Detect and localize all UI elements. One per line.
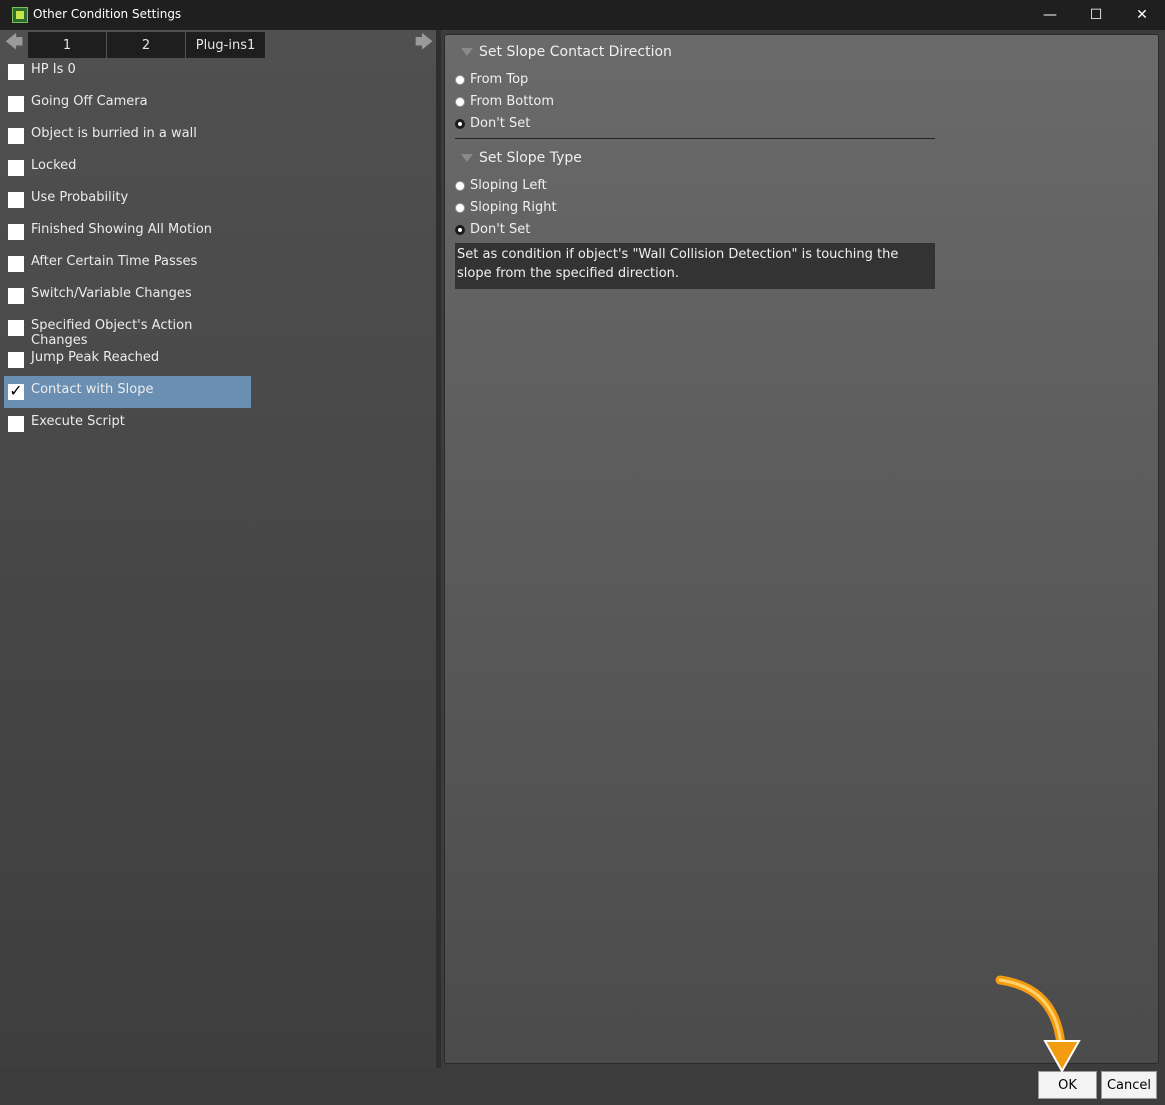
condition-list: HP Is 0 Going Off Camera Object is burri…: [4, 56, 254, 440]
title-bar: Other Condition Settings — ☐ ✕: [0, 0, 1165, 30]
collapse-triangle-icon: [461, 48, 473, 56]
radio-label: From Bottom: [470, 94, 555, 109]
condition-label: Switch/Variable Changes: [31, 286, 192, 301]
checkbox[interactable]: [8, 160, 24, 176]
checkbox[interactable]: [8, 128, 24, 144]
tab-2[interactable]: 2: [107, 32, 186, 58]
condition-label: Locked: [31, 158, 77, 173]
section-divider: [455, 138, 935, 139]
checkbox[interactable]: [8, 352, 24, 368]
description-box: Set as condition if object's "Wall Colli…: [455, 243, 935, 289]
radio-label: Sloping Left: [470, 178, 547, 193]
radio-direction-dont-set[interactable]: Don't Set: [455, 116, 530, 131]
checkbox-checked[interactable]: ✓: [8, 383, 24, 400]
slope-type-header[interactable]: Set Slope Type: [461, 150, 582, 166]
condition-execute-script[interactable]: Execute Script: [4, 408, 251, 440]
condition-object-action-changes[interactable]: Specified Object's Action Changes: [4, 312, 251, 348]
radio-button-selected[interactable]: [455, 224, 465, 235]
section-title: Set Slope Type: [479, 150, 582, 166]
condition-certain-time-passes[interactable]: After Certain Time Passes: [4, 248, 251, 280]
radio-button[interactable]: [455, 96, 465, 107]
condition-burried-in-wall[interactable]: Object is burried in a wall: [4, 120, 251, 152]
app-icon: [12, 7, 28, 23]
window-title: Other Condition Settings: [33, 7, 182, 21]
radio-label: Don't Set: [470, 116, 531, 131]
ok-button[interactable]: OK: [1038, 1071, 1097, 1099]
checkbox[interactable]: [8, 416, 24, 432]
checkbox[interactable]: [8, 64, 24, 80]
radio-label: Sloping Right: [470, 200, 557, 215]
condition-finished-showing-motion[interactable]: Finished Showing All Motion: [4, 216, 251, 248]
close-button[interactable]: ✕: [1119, 0, 1165, 30]
condition-label: HP Is 0: [31, 62, 76, 77]
condition-jump-peak-reached[interactable]: Jump Peak Reached: [4, 344, 251, 376]
checkbox[interactable]: [8, 320, 24, 336]
tab-bar: 🡄 1 2 Plug-ins1 🡆: [0, 32, 438, 58]
slope-direction-header[interactable]: Set Slope Contact Direction: [461, 44, 672, 60]
radio-label: Don't Set: [470, 222, 531, 237]
settings-panel: Set Slope Contact Direction From Top Fro…: [444, 34, 1159, 1064]
hint-arrow-icon: [995, 975, 1081, 1074]
radio-from-bottom[interactable]: From Bottom: [455, 94, 554, 109]
cancel-button[interactable]: Cancel: [1101, 1071, 1157, 1099]
condition-panel: 🡄 1 2 Plug-ins1 🡆 HP Is 0 Going Off Came…: [0, 30, 438, 1068]
radio-sloping-right[interactable]: Sloping Right: [455, 200, 557, 215]
condition-contact-with-slope[interactable]: ✓ Contact with Slope: [4, 376, 251, 408]
tab-next-arrow-icon[interactable]: 🡆: [410, 32, 438, 58]
condition-label: Finished Showing All Motion: [31, 222, 213, 237]
radio-sloping-left[interactable]: Sloping Left: [455, 178, 547, 193]
condition-hp-is-0[interactable]: HP Is 0: [4, 56, 251, 88]
radio-button[interactable]: [455, 202, 465, 213]
collapse-triangle-icon: [461, 154, 473, 162]
radio-button[interactable]: [455, 74, 465, 85]
condition-label: Going Off Camera: [31, 94, 148, 109]
checkbox[interactable]: [8, 288, 24, 304]
radio-button[interactable]: [455, 180, 465, 191]
tab-prev-arrow-icon[interactable]: 🡄: [0, 32, 28, 58]
checkbox[interactable]: [8, 256, 24, 272]
condition-locked[interactable]: Locked: [4, 152, 251, 184]
condition-label: Jump Peak Reached: [31, 350, 160, 365]
checkbox[interactable]: [8, 96, 24, 112]
condition-label: Execute Script: [31, 414, 125, 429]
section-title: Set Slope Contact Direction: [479, 44, 672, 60]
condition-label: After Certain Time Passes: [31, 254, 198, 269]
radio-label: From Top: [470, 72, 529, 87]
condition-switch-variable-changes[interactable]: Switch/Variable Changes: [4, 280, 251, 312]
radio-button-selected[interactable]: [455, 118, 465, 129]
checkbox[interactable]: [8, 224, 24, 240]
condition-use-probability[interactable]: Use Probability: [4, 184, 251, 216]
checkbox[interactable]: [8, 192, 24, 208]
radio-type-dont-set[interactable]: Don't Set: [455, 222, 530, 237]
radio-from-top[interactable]: From Top: [455, 72, 528, 87]
tab-plug-ins1[interactable]: Plug-ins1: [186, 32, 266, 58]
condition-label: Contact with Slope: [31, 382, 154, 397]
condition-label: Use Probability: [31, 190, 129, 205]
tab-1[interactable]: 1: [28, 32, 107, 58]
condition-label: Object is burried in a wall: [31, 126, 197, 141]
condition-going-off-camera[interactable]: Going Off Camera: [4, 88, 251, 120]
panel-splitter[interactable]: [436, 30, 441, 1068]
minimize-button[interactable]: —: [1027, 0, 1073, 30]
maximize-button[interactable]: ☐: [1073, 0, 1119, 30]
